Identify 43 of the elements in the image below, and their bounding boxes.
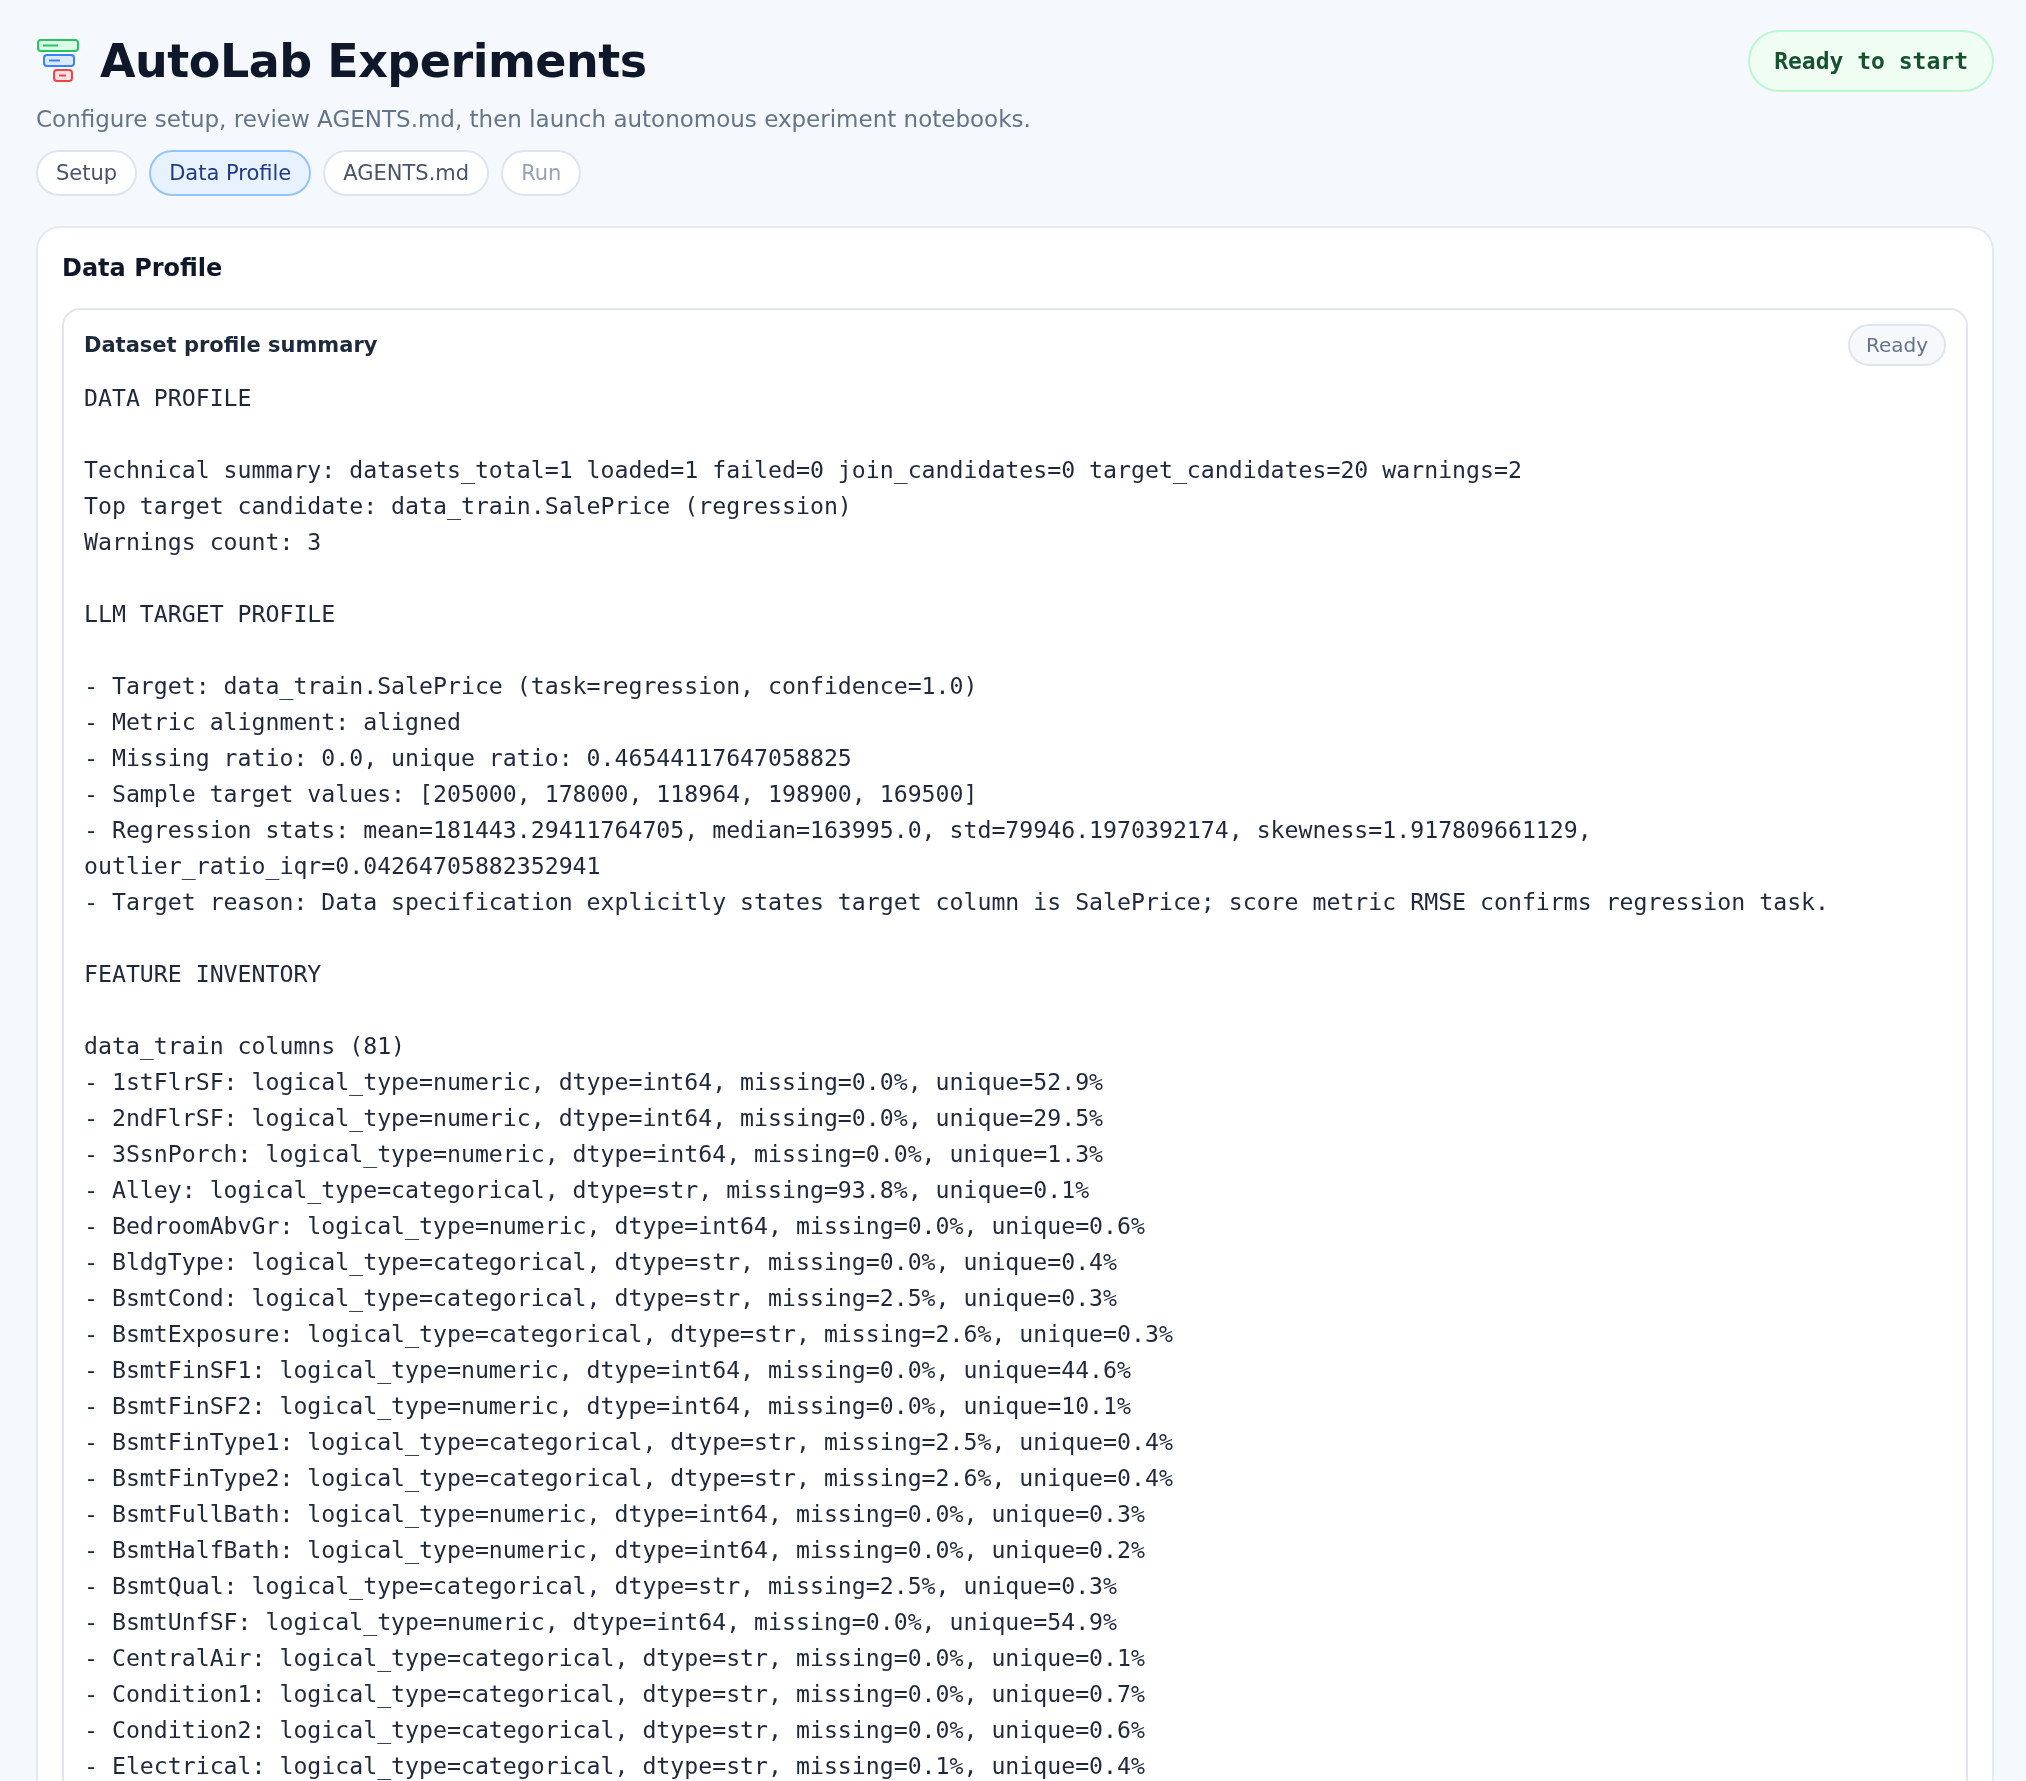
section-heading: FEATURE INVENTORY (84, 959, 323, 989)
profile-line: - BsmtUnfSF: logical_type=numeric, dtype=int64, missing=0.0%, unique=54.9% (84, 1607, 1119, 1638)
profile-line: - Target: data_train.SalePrice (task=regression, confidence=1.0) (84, 671, 979, 702)
profile-line: - Missing ratio: 0.0, unique ratio: 0.46544117647058825 (84, 743, 853, 773)
profile-line: - 2ndFlrSF: logical_type=numeric, dtype=int64, missing=0.0%, unique=29.5% (84, 1103, 1105, 1134)
tab[interactable]: Data Profile (149, 150, 312, 196)
profile-line: - Regression stats: mean=181443.29411764705, median=163995.0, std=79946.1970392174, skewness=1.917809661129, outlier_ratio_iqr=0.04264705882352941 (84, 815, 1593, 882)
profile-line: - BsmtCond: logical_type=categorical, dtype=str, missing=2.5%, unique=0.3% (84, 1283, 1119, 1314)
section-heading: LLM TARGET PROFILE (84, 599, 337, 629)
tab[interactable]: AGENTS.md (323, 150, 490, 196)
status-badge: Ready to start (1748, 30, 1994, 92)
profile-line: - BsmtHalfBath: logical_type=numeric, dtype=int64, missing=0.0%, unique=0.2% (84, 1535, 1146, 1566)
profile-line: - Alley: logical_type=categorical, dtype=str, missing=93.8%, unique=0.1% (84, 1175, 1091, 1206)
profile-line: - BsmtFullBath: logical_type=numeric, dtype=int64, missing=0.0%, unique=0.3% (84, 1499, 1146, 1530)
profile-line: - Condition1: logical_type=categorical, dtype=str, missing=0.0%, unique=0.7% (84, 1679, 1146, 1710)
profile-line: - Target reason: Data specification explicitly states target column is SalePrice; score metric RMSE confirms regression task. (84, 887, 1830, 917)
stacked-layers-icon (36, 38, 82, 84)
profile-line: - BsmtFinSF1: logical_type=numeric, dtype=int64, missing=0.0%, unique=44.6% (84, 1355, 1132, 1386)
panel-title: Dataset profile summary (84, 333, 378, 357)
profile-line: - BldgType: logical_type=categorical, dtype=str, missing=0.0%, unique=0.4% (84, 1247, 1119, 1278)
profile-line: - Condition2: logical_type=categorical, dtype=str, missing=0.0%, unique=0.6% (84, 1715, 1146, 1746)
profile-line: - BsmtQual: logical_type=categorical, dtype=str, missing=2.5%, unique=0.3% (84, 1571, 1119, 1602)
profile-line: - BedroomAbvGr: logical_type=numeric, dtype=int64, missing=0.0%, unique=0.6% (84, 1211, 1146, 1242)
profile-line: Warnings count: 3 (84, 527, 323, 557)
profile-line: - BsmtFinType1: logical_type=categorical, dtype=str, missing=2.5%, unique=0.4% (84, 1427, 1174, 1458)
ready-badge: Ready (1847, 324, 1946, 366)
profile-line: - Sample target values: [205000, 178000, 118964, 198900, 169500] (84, 779, 979, 809)
profile-line: - BsmtFinSF2: logical_type=numeric, dtype=int64, missing=0.0%, unique=10.1% (84, 1391, 1132, 1422)
profile-line: - 3SsnPorch: logical_type=numeric, dtype=int64, missing=0.0%, unique=1.3% (84, 1139, 1105, 1170)
profile-line: - BsmtFinType2: logical_type=categorical, dtype=str, missing=2.6%, unique=0.4% (84, 1463, 1174, 1494)
card-title: Data Profile (62, 254, 224, 282)
profile-line: Technical summary: datasets_total=1 loaded=1 failed=0 join_candidates=0 target_candidates=20 warnings=2 (84, 455, 1523, 486)
section-heading: DATA PROFILE (84, 383, 253, 413)
app-subtitle: Configure setup, review AGENTS.md, then launch autonomous experiment notebooks. (36, 106, 1032, 132)
profile-line: - BsmtExposure: logical_type=categorical, dtype=str, missing=2.6%, unique=0.3% (84, 1319, 1174, 1350)
profile-line: data_train columns (81) (84, 1031, 407, 1062)
profile-line: - Electrical: logical_type=categorical, dtype=str, missing=0.1%, unique=0.4% (84, 1751, 1146, 1781)
app-title: AutoLab Experiments (100, 34, 647, 88)
profile-line: Top target candidate: data_train.SalePrice (regression) (84, 491, 853, 522)
profile-line: - Metric alignment: aligned (84, 707, 462, 737)
profile-line: - CentralAir: logical_type=categorical, dtype=str, missing=0.0%, unique=0.1% (84, 1643, 1146, 1674)
profile-line: - 1stFlrSF: logical_type=numeric, dtype=int64, missing=0.0%, unique=52.9% (84, 1067, 1105, 1098)
tab[interactable]: Setup (36, 150, 138, 196)
